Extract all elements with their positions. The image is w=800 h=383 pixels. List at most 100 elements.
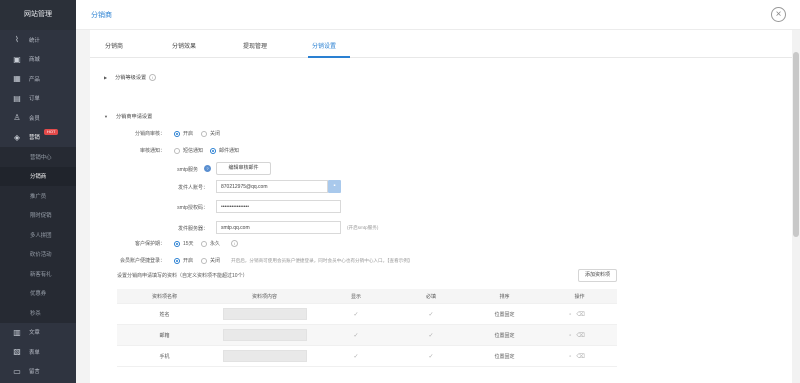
protect-15-radio[interactable]: 15天 <box>174 240 194 247</box>
sidebar-title: 网站管理 <box>0 0 76 30</box>
fast-login-on-radio[interactable]: 开启 <box>174 257 193 264</box>
submenu-item[interactable]: 优惠券 <box>0 284 76 304</box>
submenu-item[interactable]: 限时促销 <box>0 206 76 226</box>
field-content-input[interactable] <box>222 350 307 362</box>
shop-icon: ▣ <box>13 54 21 64</box>
main-panel: 分销商 分销效果 提现管理 分销设置 ▶ 分销等级设置 i ▼ 分销商申请设置 分销商… <box>90 30 792 383</box>
delete-icon[interactable]: ⌫ <box>576 354 589 360</box>
clipboard-icon: ▤ <box>13 93 21 103</box>
sender-input[interactable]: 870212975@qq.com <box>216 180 328 193</box>
sidebar-item-forms[interactable]: ▧ 表单 <box>0 342 76 362</box>
form-icon: ▧ <box>13 347 21 357</box>
field-content-input[interactable] <box>222 308 307 320</box>
breadcrumb[interactable]: 分销商 <box>91 10 112 20</box>
server-label: 发件服务器： <box>177 226 208 232</box>
sidebar-item-messages[interactable]: ▭ 留言 <box>0 362 76 382</box>
field-name: 邮箱 <box>159 332 170 339</box>
protect-help-icon[interactable]: i <box>231 240 238 247</box>
fast-login-off-radio[interactable]: 关闭 <box>201 257 220 264</box>
caret-right-icon: ▶ <box>104 75 108 80</box>
caret-down-icon: ▼ <box>104 114 108 119</box>
check-icon[interactable]: ✓ <box>395 353 467 360</box>
sidebar-item-orders[interactable]: ▤ 订单 <box>0 89 76 109</box>
protect-label: 客户保护期： <box>134 241 165 247</box>
sort-text: 位置固定 <box>494 353 515 360</box>
submenu-item[interactable]: 新客有礼 <box>0 264 76 284</box>
table-row: 手机 ✓ ✓ 位置固定 ▫⌫ <box>117 346 617 367</box>
chart-line-icon: ⌇ <box>15 35 19 45</box>
column-header: 资料项名称 <box>151 293 177 300</box>
server-input[interactable]: smtp.qq.com <box>216 221 341 234</box>
check-icon[interactable]: ✓ <box>395 332 467 339</box>
active-tab-indicator <box>308 56 350 58</box>
table-row: 姓名 ✓ ✓ 位置固定 ▫⌫ <box>117 304 617 325</box>
column-header: 资料项内容 <box>251 293 277 300</box>
sender-label: 发件人账号： <box>177 185 208 191</box>
smtp-label: smtp服务 <box>177 167 198 173</box>
column-header: 显示 <box>350 293 361 300</box>
fields-table: 资料项名称 资料项内容 显示 必填 排序 操作 姓名 ✓ ✓ 位置固定 ▫⌫ 邮… <box>117 289 617 367</box>
tab-bar: 分销商 分销效果 提现管理 分销设置 <box>90 30 792 58</box>
notify-sms-radio[interactable]: 短信通知 <box>174 147 203 154</box>
delete-icon[interactable]: ⌫ <box>576 312 589 318</box>
sidebar: 网站管理 ⌇ 统计 ▣ 商城 ▦ 产品 ▤ 订单 ♙ 会员 ◈ 营销 HOT 营销中心 分销商… <box>0 0 76 383</box>
sidebar-item-products[interactable]: ▦ 产品 <box>0 69 76 89</box>
submenu-item[interactable]: 多人拼团 <box>0 225 76 245</box>
grid-icon: ▦ <box>13 74 21 84</box>
check-icon[interactable]: ✓ <box>317 353 395 360</box>
field-content-input[interactable] <box>222 329 307 341</box>
section-apply[interactable]: ▼ 分销商申请设置 <box>104 113 152 120</box>
message-icon: ▭ <box>13 366 21 376</box>
notify-mail-radio[interactable]: 邮件通知 <box>210 147 239 154</box>
submenu-item[interactable]: 砍价活动 <box>0 245 76 265</box>
notify-label: 审核通知： <box>139 148 165 154</box>
protect-forever-radio[interactable]: 永久 <box>201 240 220 247</box>
tab-effect[interactable]: 分销效果 <box>172 41 196 50</box>
server-hint: (开启smtp服务) <box>347 225 379 230</box>
tab-settings[interactable]: 分销设置 <box>312 41 336 50</box>
check-icon[interactable]: ✓ <box>317 332 395 339</box>
fast-login-hint: 开启后，分销商可使用会员账户便捷登录，同时会员中心也有分销中心入口。【查看示例】 <box>231 258 413 263</box>
submenu-item[interactable]: 推广员 <box>0 186 76 206</box>
audit-on-radio[interactable]: 开启 <box>174 130 193 137</box>
sidebar-item-members[interactable]: ♙ 会员 <box>0 108 76 128</box>
submenu-item-current[interactable]: 分销商 <box>0 166 76 186</box>
sidebar-item-shop[interactable]: ▣ 商城 <box>0 50 76 70</box>
check-icon[interactable]: ✓ <box>317 311 395 318</box>
check-icon[interactable]: ✓ <box>395 311 467 318</box>
column-header: 排序 <box>499 293 510 300</box>
auth-code-input[interactable]: •••••••••••••••• <box>216 200 341 213</box>
tab-withdraw[interactable]: 提现管理 <box>243 41 267 50</box>
help-icon[interactable]: i <box>149 74 157 81</box>
auth-code-label: smtp授权码： <box>177 205 208 211</box>
member-icon: ♙ <box>13 113 21 123</box>
article-icon: ▥ <box>13 327 21 337</box>
scrollbar-thumb[interactable] <box>793 52 799 237</box>
sidebar-item-articles[interactable]: ▥ 文章 <box>0 323 76 343</box>
sidebar-item-marketing[interactable]: ◈ 营销 HOT <box>0 128 76 148</box>
contact-icon[interactable]: ▪ <box>328 180 341 193</box>
column-header: 必填 <box>425 293 436 300</box>
field-name: 手机 <box>159 353 170 360</box>
section-level[interactable]: ▶ 分销等级设置 i <box>104 74 157 81</box>
submenu-item[interactable]: 秒杀 <box>0 303 76 323</box>
tab-distributors[interactable]: 分销商 <box>105 41 123 50</box>
fields-label: 设置分销商申请填写的资料（自定义资料项不能超过10个） <box>117 273 248 279</box>
sidebar-submenu: 营销中心 分销商 推广员 限时促销 多人拼团 砍价活动 新客有礼 优惠券 秒杀 <box>0 147 76 323</box>
sidebar-item-stats[interactable]: ⌇ 统计 <box>0 30 76 50</box>
hot-badge: HOT <box>44 128 59 135</box>
table-row: 邮箱 ✓ ✓ 位置固定 ▫⌫ <box>117 325 617 346</box>
sort-text: 位置固定 <box>494 311 515 318</box>
submenu-item[interactable]: 营销中心 <box>0 147 76 167</box>
add-field-button[interactable]: 添加资料项 <box>578 269 617 282</box>
tag-icon: ◈ <box>13 132 21 142</box>
edit-audit-mail-button[interactable]: 编辑审核邮件 <box>216 162 271 175</box>
smtp-help-icon[interactable]: ? <box>204 165 211 172</box>
top-header: 分销商 × <box>76 0 800 30</box>
close-icon[interactable]: × <box>771 7 786 22</box>
table-header: 资料项名称 资料项内容 显示 必填 排序 操作 <box>117 289 617 304</box>
sort-text: 位置固定 <box>494 332 515 339</box>
audit-off-radio[interactable]: 关闭 <box>201 130 220 137</box>
audit-label: 分销商审核： <box>134 131 165 137</box>
delete-icon[interactable]: ⌫ <box>576 333 589 339</box>
